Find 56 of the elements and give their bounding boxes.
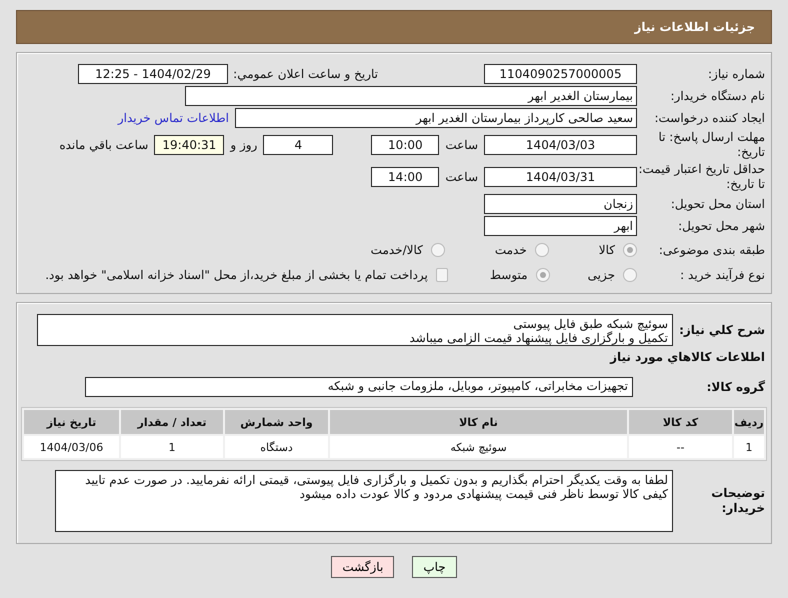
requester-field: سعید صالحی کارپرداز بیمارستان الغدیر ابهر xyxy=(235,108,637,128)
field-label: شرح کلي نیاز: xyxy=(678,322,766,338)
page-title: جزئیات اطلاعات نیاز xyxy=(16,10,772,44)
column-header: تاریخ نیاز xyxy=(24,410,119,434)
time-field: 10:00 xyxy=(371,135,440,155)
time-label: ساعت xyxy=(445,138,478,152)
summary-textarea[interactable]: سوئیچ شبکه طبق فایل پیوستی تکمیل و بارگزاری فایل پیشنهاد قیمت الزامی میباشد xyxy=(37,314,673,346)
table-cell: -- xyxy=(629,436,732,458)
field-label: شهر محل تحویل: xyxy=(677,218,766,234)
radio-option[interactable]: جزیی xyxy=(588,268,637,282)
contact-link[interactable]: اطلاعات تماس خریدار xyxy=(118,111,229,125)
field-label: تاریخ و ساعت اعلان عمومي: xyxy=(232,66,379,82)
field-label: طبقه بندی موضوعی: xyxy=(658,242,766,258)
column-header: ردیف xyxy=(734,410,764,434)
need-number-field: 1104090257000005 xyxy=(484,64,637,84)
buyer-org-field: بیمارستان الغدیر ابهر xyxy=(185,86,637,106)
field-label: ایجاد کننده درخواست: xyxy=(653,110,766,126)
column-header: تعداد / مقدار xyxy=(121,410,223,434)
field-label: توضیحات خریدار: xyxy=(710,486,766,516)
table-cell: 1 xyxy=(121,436,223,458)
field-label: حداقل تاریخ اعتبار قیمت: تا تاریخ: xyxy=(637,162,766,192)
column-header: کد کالا xyxy=(629,410,732,434)
radio-option[interactable]: متوسط xyxy=(490,268,550,282)
time-label: ساعت xyxy=(445,170,478,184)
section-title: اطلاعات کالاهاي مورد نیاز xyxy=(610,350,766,364)
table-cell: 1 xyxy=(734,436,764,458)
table-cell: 1404/03/06 xyxy=(24,436,119,458)
field-label: استان محل تحویل: xyxy=(670,196,766,212)
payment-checkbox[interactable] xyxy=(436,268,448,282)
remaining-label: ساعت باقي مانده xyxy=(59,138,148,152)
remaining-time-field: 19:40:31 xyxy=(154,135,224,155)
field-label: گروه کالا: xyxy=(706,380,766,394)
radio-option[interactable]: کالا/خدمت xyxy=(370,243,445,257)
days-label: روز و xyxy=(230,138,258,152)
payment-text: پرداخت تمام یا بخشی از مبلغ خرید،از محل "اسناد خزانه اسلامی" خواهد بود. xyxy=(45,268,428,282)
field-label: نام دستگاه خریدار: xyxy=(670,88,766,104)
field-label: مهلت ارسال پاسخ: تا تاریخ: xyxy=(657,130,766,160)
field-label: شماره نیاز: xyxy=(707,66,766,82)
column-header: واحد شمارش xyxy=(225,410,328,434)
buyer-notes-textarea[interactable]: لطفا به وقت یکدیگر احترام بگذاریم و بدون تکمیل و بارگزاری فایل پیوستی، قیمتی ارائه نفرمایید. در صورت عدم تایید کیفی کالا توسط ناظر فنی قیمت پیشنهادی مردود و کالا عودت داده میشود xyxy=(55,470,673,532)
table-cell: دستگاه xyxy=(225,436,328,458)
radio-option[interactable]: کالا xyxy=(598,243,637,257)
radio-option[interactable]: خدمت xyxy=(494,243,549,257)
goods-group-field: تجهیزات مخابراتی، کامپیوتر، موبایل، ملزومات جانبی و شبکه xyxy=(85,377,633,397)
column-header: نام کالا xyxy=(330,410,627,434)
back-button[interactable]: بازگشت xyxy=(331,556,394,578)
days-field: 4 xyxy=(263,135,334,155)
province-field: زنجان xyxy=(484,194,637,214)
table-cell: سوئیچ شبکه xyxy=(330,436,627,458)
print-button[interactable]: چاپ xyxy=(412,556,457,578)
announce-date-field: 1404/02/29 - 12:25 xyxy=(78,64,228,84)
city-field: ابهر xyxy=(484,216,637,236)
time-field: 14:00 xyxy=(371,167,440,187)
date-field: 1404/03/31 xyxy=(484,167,637,187)
field-label: نوع فرآیند خرید : xyxy=(679,268,766,282)
date-field: 1404/03/03 xyxy=(484,135,637,155)
